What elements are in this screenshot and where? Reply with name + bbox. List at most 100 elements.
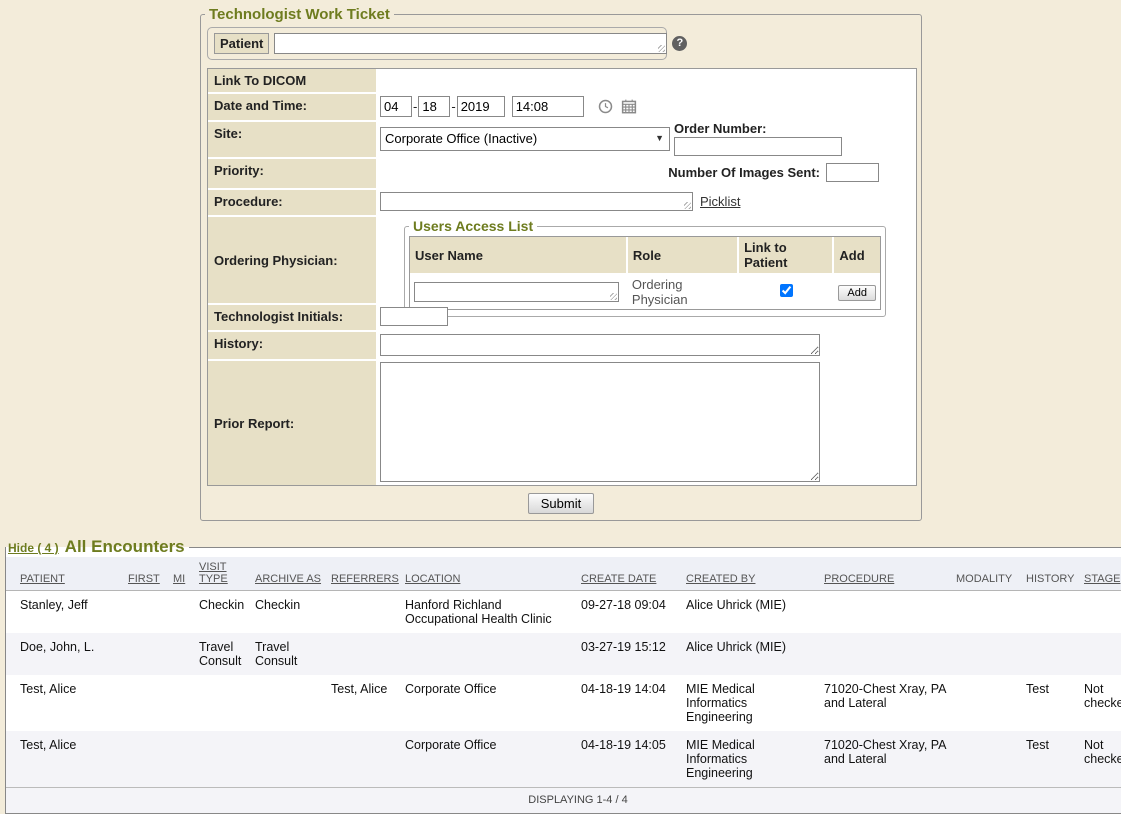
table-cell: MIE Medical Informatics Engineering	[682, 675, 820, 731]
encounters-title: All Encounters	[65, 537, 185, 556]
table-cell: Corporate Office	[401, 675, 577, 731]
table-cell	[327, 731, 401, 788]
user-name-input[interactable]	[414, 282, 619, 302]
hide-link[interactable]: Hide ( 4 )	[8, 541, 59, 555]
table-cell	[327, 591, 401, 634]
table-cell: Checkin	[195, 591, 251, 634]
table-cell	[820, 633, 952, 675]
table-row[interactable]: Test, AliceCorporate Office04-18-19 14:0…	[6, 731, 1121, 788]
table-cell: Not checked	[1080, 675, 1121, 731]
table-cell: Doe, John, L.	[6, 633, 124, 675]
table-cell: Test	[1022, 675, 1080, 731]
table-row[interactable]: Doe, John, L. Travel ConsultTravel Consul…	[6, 633, 1121, 675]
encounters-table: PATIENTFIRSTMIVISIT TYPEARCHIVE ASREFERR…	[6, 557, 1121, 813]
patient-search-box: Patient ?	[207, 27, 667, 60]
table-cell	[169, 731, 195, 788]
ual-header-link-to-patient: Link to Patient	[739, 237, 834, 275]
technologist-initials-input[interactable]	[380, 307, 448, 326]
prior-report-textarea[interactable]	[380, 362, 820, 482]
history-textarea[interactable]	[380, 334, 820, 356]
table-row[interactable]: Stanley, JeffCheckinCheckinHanford Richl…	[6, 591, 1121, 634]
column-header-create-date[interactable]: CREATE DATE	[577, 557, 682, 591]
table-footer: DISPLAYING 1-4 / 4	[6, 788, 1121, 814]
column-header-mi[interactable]: MI	[169, 557, 195, 591]
time-input[interactable]	[512, 96, 584, 117]
column-header-created-by[interactable]: CREATED BY	[682, 557, 820, 591]
column-header-archive-as[interactable]: ARCHIVE AS	[251, 557, 327, 591]
table-cell	[401, 633, 577, 675]
clock-icon[interactable]	[598, 99, 613, 114]
table-cell	[251, 731, 327, 788]
link-to-dicom-label: Link To DICOM	[208, 69, 376, 92]
column-header-referrers[interactable]: REFERRERS	[327, 557, 401, 591]
column-header-patient[interactable]: PATIENT	[6, 557, 124, 591]
table-cell	[1022, 633, 1080, 675]
table-cell	[952, 591, 1022, 634]
table-cell: Alice Uhrick (MIE)	[682, 591, 820, 634]
ual-header-role: Role	[628, 237, 739, 275]
calendar-icon[interactable]	[621, 99, 637, 114]
picklist-link[interactable]: Picklist	[700, 194, 740, 209]
work-ticket-title: Technologist Work Ticket	[205, 6, 394, 23]
column-header-stage[interactable]: STAGE	[1080, 557, 1121, 591]
users-access-list-title: Users Access List	[409, 218, 537, 234]
date-month-input[interactable]	[380, 96, 412, 117]
submit-button[interactable]: Submit	[528, 493, 594, 514]
table-cell: 71020-Chest Xray, PA and Lateral	[820, 731, 952, 788]
table-cell	[251, 675, 327, 731]
order-number-label: Order Number:	[674, 121, 842, 136]
table-cell: 09-27-18 09:04	[577, 591, 682, 634]
table-cell: Stanley, Jeff	[6, 591, 124, 634]
column-header-first[interactable]: FIRST	[124, 557, 169, 591]
table-cell: Test, Alice	[327, 675, 401, 731]
table-cell	[1022, 591, 1080, 634]
patient-input[interactable]	[274, 33, 667, 54]
displaying-count: DISPLAYING 1-4 / 4	[6, 788, 1121, 814]
ual-header-add: Add	[834, 237, 880, 275]
table-cell	[124, 731, 169, 788]
table-cell: 03-27-19 15:12	[577, 633, 682, 675]
add-button[interactable]: Add	[838, 285, 876, 301]
help-icon[interactable]: ?	[672, 36, 687, 51]
procedure-input[interactable]	[380, 192, 693, 211]
images-sent-label: Number Of Images Sent:	[668, 165, 820, 180]
link-to-patient-checkbox[interactable]	[780, 284, 793, 297]
table-cell: 71020-Chest Xray, PA and Lateral	[820, 675, 952, 731]
table-cell: Travel Consult	[195, 633, 251, 675]
column-header-procedure[interactable]: PROCEDURE	[820, 557, 952, 591]
table-cell	[169, 633, 195, 675]
table-cell	[124, 675, 169, 731]
order-number-input[interactable]	[674, 137, 842, 156]
site-label: Site:	[208, 120, 376, 157]
table-cell: Alice Uhrick (MIE)	[682, 633, 820, 675]
table-cell	[1080, 633, 1121, 675]
work-ticket-panel: Technologist Work Ticket Patient ? Link …	[200, 6, 922, 521]
table-cell	[169, 675, 195, 731]
work-ticket-form: Link To DICOM Date and Time: - -	[207, 68, 917, 486]
table-cell	[952, 731, 1022, 788]
images-sent-input[interactable]	[826, 163, 879, 182]
table-cell: 04-18-19 14:04	[577, 675, 682, 731]
table-cell: Hanford Richland Occupational Health Cli…	[401, 591, 577, 634]
table-cell: Test, Alice	[6, 731, 124, 788]
table-cell: MIE Medical Informatics Engineering	[682, 731, 820, 788]
table-cell	[820, 591, 952, 634]
date-day-input[interactable]	[418, 96, 450, 117]
table-row[interactable]: Test, AliceTest, AliceCorporate Office04…	[6, 675, 1121, 731]
table-cell	[124, 591, 169, 634]
ordering-physician-label: Ordering Physician:	[208, 215, 376, 303]
ual-header-user-name: User Name	[410, 237, 628, 275]
table-cell	[952, 675, 1022, 731]
table-cell	[124, 633, 169, 675]
column-header-visit-type[interactable]: VISIT TYPE	[195, 557, 251, 591]
date-time-label: Date and Time:	[208, 92, 376, 120]
column-header-location[interactable]: LOCATION	[401, 557, 577, 591]
technologist-initials-label: Technologist Initials:	[208, 303, 376, 330]
table-cell	[952, 633, 1022, 675]
date-year-input[interactable]	[457, 96, 505, 117]
table-cell: Travel Consult	[251, 633, 327, 675]
column-header-history: HISTORY	[1022, 557, 1080, 591]
date-separator: -	[413, 99, 417, 114]
table-cell: 04-18-19 14:05	[577, 731, 682, 788]
site-select[interactable]: Corporate Office (Inactive)	[380, 127, 670, 151]
